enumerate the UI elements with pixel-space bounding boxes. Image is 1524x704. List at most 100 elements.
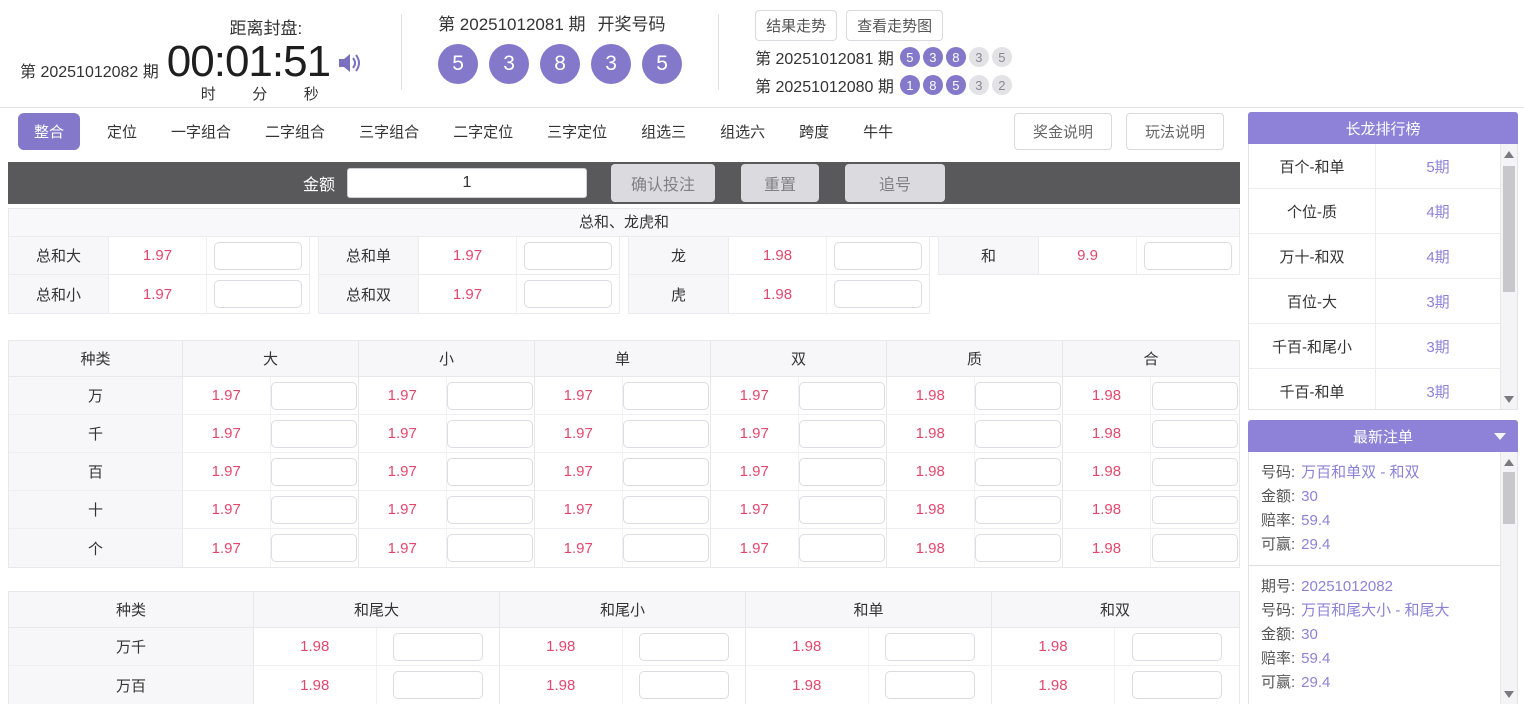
bet-input[interactable] [214,241,302,270]
amount-input[interactable] [347,168,587,198]
bet-input[interactable] [447,534,534,562]
bet-input[interactable] [975,381,1062,410]
bet-input[interactable] [392,632,483,661]
bet-input[interactable] [975,495,1062,524]
bet-label: 万千 [9,628,254,665]
draw-ball: 5 [642,44,683,84]
draw-title: 开奖号码 [597,15,666,34]
odds-value: 1.97 [535,377,623,414]
bet-input[interactable] [524,280,612,308]
tab[interactable]: 组选三 [624,113,703,150]
odds-value: 1.98 [729,237,827,274]
scroll-thumb[interactable] [1503,472,1515,524]
bet-input[interactable] [214,280,302,308]
bet-input[interactable] [623,381,710,410]
bet-input[interactable] [1152,457,1238,486]
order-line: 可赢: 29.4 [1261,671,1488,695]
bet-group: 1.97 [535,453,711,490]
bet-input[interactable] [524,241,612,270]
bet-group: 1.97 [359,415,535,452]
odds-value: 1.98 [1063,415,1151,452]
scroll-thumb[interactable] [1503,166,1515,292]
bet-input[interactable] [975,457,1062,486]
order-field-value: 30 [1301,626,1318,643]
bet-input[interactable] [884,632,975,661]
bet-input[interactable] [623,457,710,486]
history-period: 第 20251012081 期 [755,51,894,68]
tab[interactable]: 跨度 [782,113,846,150]
bet-input[interactable] [799,381,886,410]
bet-input[interactable] [447,495,534,524]
bet-input[interactable] [799,495,886,524]
info-button[interactable]: 玩法说明 [1125,112,1224,150]
bet-input[interactable] [884,671,975,699]
bet-group: 1.97 [711,529,887,567]
trend-button[interactable]: 结果走势 [755,10,838,41]
chevron-down-icon[interactable] [1494,433,1506,440]
bet-input[interactable] [975,419,1062,448]
scroll-down-icon[interactable] [1501,686,1517,702]
order-field-value: 20251012082 [1301,578,1393,595]
trend-button[interactable]: 查看走势图 [846,10,944,41]
bet-input[interactable] [638,632,729,661]
odds-value: 1.98 [500,628,623,665]
bet-label: 万 [9,377,183,414]
bet-input[interactable] [271,381,358,410]
bet-input[interactable] [799,534,886,562]
bet-input[interactable] [1131,671,1222,699]
bet-input[interactable] [271,419,358,448]
streak-label: 百个-和单 [1249,144,1376,188]
tab[interactable]: 定位 [90,113,154,150]
bet-input[interactable] [799,419,886,448]
bet-input[interactable] [1152,495,1238,524]
bet-input[interactable] [623,534,710,562]
bet-input[interactable] [392,671,483,699]
bet-label: 总和单 [319,237,419,274]
bet-input[interactable] [1152,534,1238,562]
bet-input[interactable] [447,457,534,486]
tab[interactable]: 整合 [18,112,81,150]
streak-row: 百位-大 3期 [1249,279,1500,324]
bet-label: 虎 [629,275,729,313]
toolbar-button[interactable]: 追号 [845,164,945,202]
scroll-up-icon[interactable] [1501,454,1517,470]
bet-input[interactable] [1144,241,1232,270]
order-field-value: 30 [1301,488,1318,505]
toolbar-button[interactable]: 确认投注 [611,164,715,202]
bet-input[interactable] [271,457,358,486]
bet-input[interactable] [1152,381,1238,410]
bet-input[interactable] [447,381,534,410]
toolbar-button[interactable]: 重置 [741,164,819,202]
tab[interactable]: 二字定位 [436,113,530,150]
streak-scrollbar[interactable] [1500,144,1517,409]
bet-input[interactable] [271,495,358,524]
tab[interactable]: 三字定位 [530,113,624,150]
tab[interactable]: 二字组合 [248,113,342,150]
odds-value: 1.97 [183,491,271,528]
bet-input[interactable] [623,495,710,524]
bet-input[interactable] [1152,419,1238,448]
bet-input[interactable] [834,280,922,308]
tab[interactable]: 一字组合 [154,113,248,150]
unit-second: 秒 [303,86,319,103]
order-field-label: 赔率: [1261,512,1296,529]
bet-input[interactable] [623,419,710,448]
bet-input[interactable] [271,534,358,562]
scroll-down-icon[interactable] [1501,391,1517,407]
tab[interactable]: 组选六 [703,113,782,150]
streak-label: 千百-和单 [1249,369,1376,409]
scroll-up-icon[interactable] [1501,146,1517,162]
streak-row: 千百-和单 3期 [1249,369,1500,409]
tab[interactable]: 三字组合 [342,113,436,150]
speaker-icon[interactable] [338,51,365,80]
orders-scrollbar[interactable] [1500,452,1517,704]
bet-input[interactable] [834,241,922,270]
bet-input[interactable] [1131,632,1222,661]
bet-input[interactable] [799,457,886,486]
divider [718,14,720,90]
bet-input[interactable] [975,534,1062,562]
bet-input[interactable] [638,671,729,699]
tab[interactable]: 牛牛 [846,113,910,150]
info-button[interactable]: 奖金说明 [1013,112,1112,150]
bet-input[interactable] [447,419,534,448]
